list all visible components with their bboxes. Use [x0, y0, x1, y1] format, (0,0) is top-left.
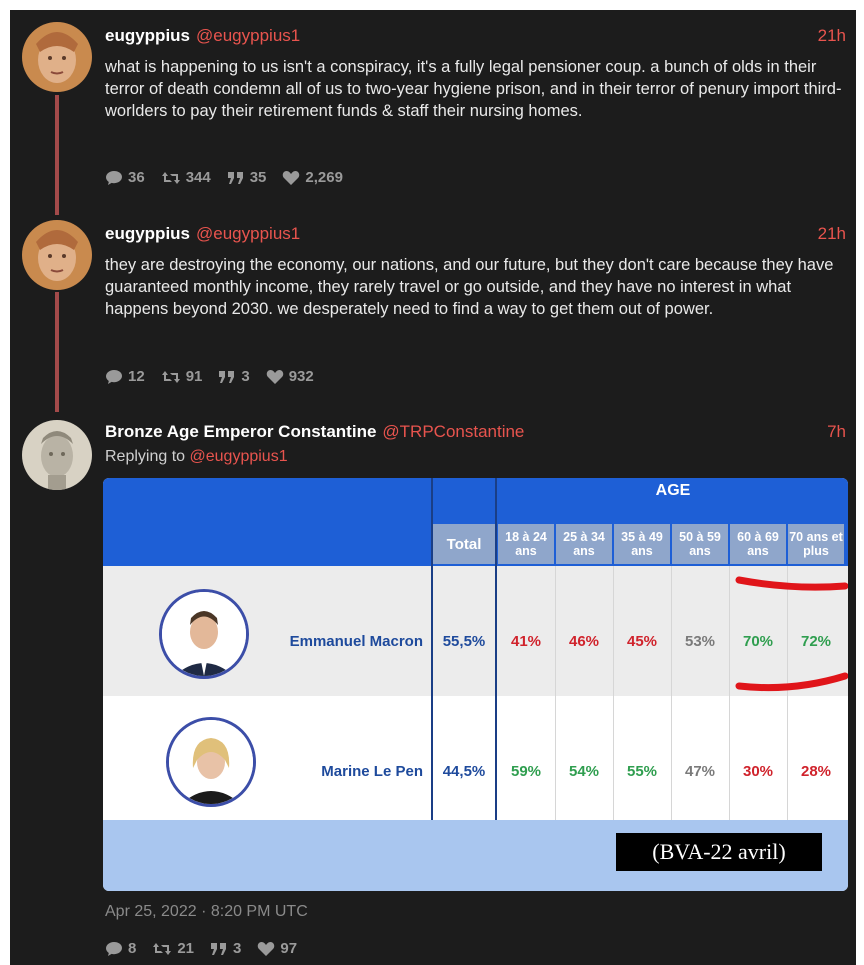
retweet-stat[interactable]: 21	[152, 940, 194, 957]
quote-icon	[219, 370, 235, 383]
author-name[interactable]: eugyppius	[105, 26, 190, 45]
tweet-header: eugyppius @eugyppius1	[105, 26, 300, 46]
red-highlight-marks	[735, 576, 848, 692]
retweet-count: 21	[177, 940, 195, 957]
retweet-stat[interactable]: 344	[161, 169, 211, 186]
heart-icon	[258, 941, 275, 956]
reply-stat[interactable]: 8	[105, 940, 136, 957]
tweet-date[interactable]: Apr 25, 2022 · 8:20 PM UTC	[105, 903, 308, 921]
quote-icon	[211, 942, 227, 955]
like-count: 97	[280, 940, 298, 957]
retweet-count: 91	[185, 368, 203, 385]
heart-icon	[266, 369, 283, 384]
timeline-panel: eugyppius @eugyppius1 21h what is happeni…	[10, 10, 856, 965]
reply-count: 8	[128, 940, 137, 957]
reply-count: 12	[128, 368, 145, 385]
comment-icon	[106, 170, 122, 185]
thread-line	[55, 95, 59, 215]
heart-icon	[283, 170, 300, 185]
comment-icon	[106, 369, 122, 384]
avatar[interactable]	[22, 22, 92, 92]
quote-count: 3	[233, 940, 242, 957]
author-handle[interactable]: @eugyppius1	[196, 224, 300, 243]
avatar[interactable]	[22, 420, 92, 490]
thread-line	[55, 292, 59, 412]
quote-stat[interactable]: 35	[227, 169, 267, 186]
author-name[interactable]: eugyppius	[105, 224, 190, 243]
tweet-text: what is happening to us isn't a conspira…	[105, 58, 842, 120]
tweet-time[interactable]: 7h	[827, 422, 846, 442]
tweet-header: Bronze Age Emperor Constantine @TRPConsta…	[105, 422, 524, 442]
like-stat[interactable]: 932	[266, 368, 314, 385]
tweet-time[interactable]: 21h	[818, 224, 846, 244]
avatar[interactable]	[22, 220, 92, 290]
comment-icon	[106, 941, 122, 956]
tweet-time[interactable]: 21h	[818, 26, 846, 46]
tweet-text: they are destroying the economy, our nat…	[105, 256, 834, 318]
quote-icon	[227, 171, 243, 184]
author-handle[interactable]: @eugyppius1	[196, 26, 300, 45]
retweet-icon	[161, 171, 180, 184]
tweet-stats: 12 91 3 932	[105, 368, 314, 385]
tweet-stats: 36 344 35 2,269	[105, 169, 343, 186]
replying-label: Replying to	[105, 448, 186, 465]
quote-count: 3	[241, 368, 250, 385]
tweet-stats: 8 21 3 97	[105, 940, 297, 957]
retweet-icon	[161, 370, 180, 383]
source-label: (BVA-22 avril)	[616, 833, 822, 871]
like-stat[interactable]: 97	[257, 940, 297, 957]
replying-to: Replying to @eugyppius1	[105, 448, 288, 466]
retweet-icon	[153, 942, 172, 955]
reply-stat[interactable]: 36	[105, 169, 145, 186]
quote-stat[interactable]: 3	[218, 368, 250, 385]
author-handle[interactable]: @TRPConstantine	[382, 422, 524, 441]
quote-stat[interactable]: 3	[210, 940, 241, 957]
reply-stat[interactable]: 12	[105, 368, 145, 385]
retweet-stat[interactable]: 91	[161, 368, 203, 385]
reply-count: 36	[128, 169, 145, 186]
like-count: 2,269	[305, 169, 343, 186]
poll-table-image[interactable]: AGE Total 18 à 24 ans 25 à 34 ans 35 à 4…	[103, 478, 848, 891]
like-stat[interactable]: 2,269	[282, 169, 343, 186]
retweet-count: 344	[185, 169, 211, 186]
quote-count: 35	[249, 169, 267, 186]
replying-handle[interactable]: @eugyppius1	[190, 448, 288, 465]
author-name[interactable]: Bronze Age Emperor Constantine	[105, 422, 376, 441]
like-count: 932	[288, 368, 314, 385]
tweet-header: eugyppius @eugyppius1	[105, 224, 300, 244]
